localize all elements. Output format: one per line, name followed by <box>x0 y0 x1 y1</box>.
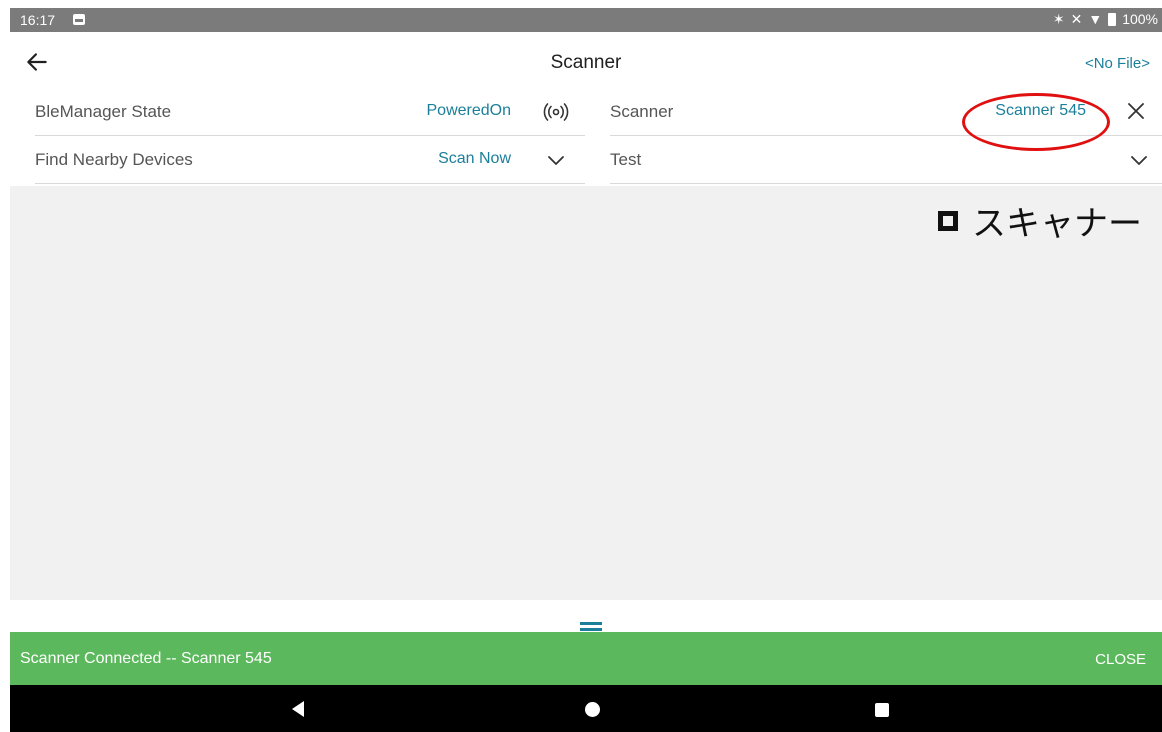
status-icons: ✶ ✕ ▼ 100% <box>1053 11 1158 27</box>
status-time: 16:17 <box>20 12 56 28</box>
ble-state-row: BleManager State PoweredOn <box>35 88 585 136</box>
status-bar: 16:17 ✶ ✕ ▼ 100% <box>10 8 1162 32</box>
nav-home-icon[interactable] <box>585 702 600 717</box>
find-devices-row: Find Nearby Devices Scan Now <box>35 136 585 184</box>
file-status-link[interactable]: <No File> <box>1085 55 1150 72</box>
chevron-down-icon[interactable] <box>547 153 565 167</box>
ble-state-label: BleManager State <box>35 102 172 121</box>
content-panel: スキャナー <box>10 186 1162 600</box>
snackbar-close-button[interactable]: CLOSE <box>1095 651 1146 668</box>
divider <box>610 183 1162 184</box>
page-title: Scanner <box>550 52 622 73</box>
annotation-label: スキャナー <box>972 205 1142 243</box>
test-label: Test <box>610 150 642 169</box>
chevron-down-icon[interactable] <box>1130 153 1148 167</box>
annotation-text: スキャナー <box>938 196 1142 245</box>
mute-icon: ✕ <box>1070 11 1083 27</box>
scan-now-button[interactable]: Scan Now <box>438 150 511 168</box>
broadcast-icon[interactable] <box>542 102 570 122</box>
system-nav-bar <box>10 685 1162 732</box>
battery-icon <box>1108 12 1117 26</box>
bluetooth-icon: ✶ <box>1052 11 1065 27</box>
square-bullet-icon <box>938 210 958 231</box>
app-screen: 16:17 ✶ ✕ ▼ 100% Scanner <No File> BleMa… <box>10 8 1162 732</box>
snackbar: Scanner Connected -- Scanner 545 CLOSE <box>10 632 1162 685</box>
close-icon[interactable] <box>1126 101 1146 121</box>
drag-handle-icon[interactable] <box>580 622 602 632</box>
find-devices-label: Find Nearby Devices <box>35 150 193 169</box>
highlight-circle <box>962 93 1110 151</box>
wifi-icon: ▼ <box>1088 11 1103 27</box>
snackbar-message: Scanner Connected -- Scanner 545 <box>20 650 272 667</box>
divider <box>35 183 585 184</box>
app-bar: Scanner <No File> <box>10 32 1162 94</box>
battery-level: 100% <box>1122 11 1158 27</box>
ble-state-value: PoweredOn <box>426 102 512 119</box>
image-icon <box>73 14 85 25</box>
nav-recents-icon[interactable] <box>875 703 889 717</box>
scanner-label: Scanner <box>610 102 674 121</box>
nav-back-icon[interactable] <box>292 701 304 717</box>
